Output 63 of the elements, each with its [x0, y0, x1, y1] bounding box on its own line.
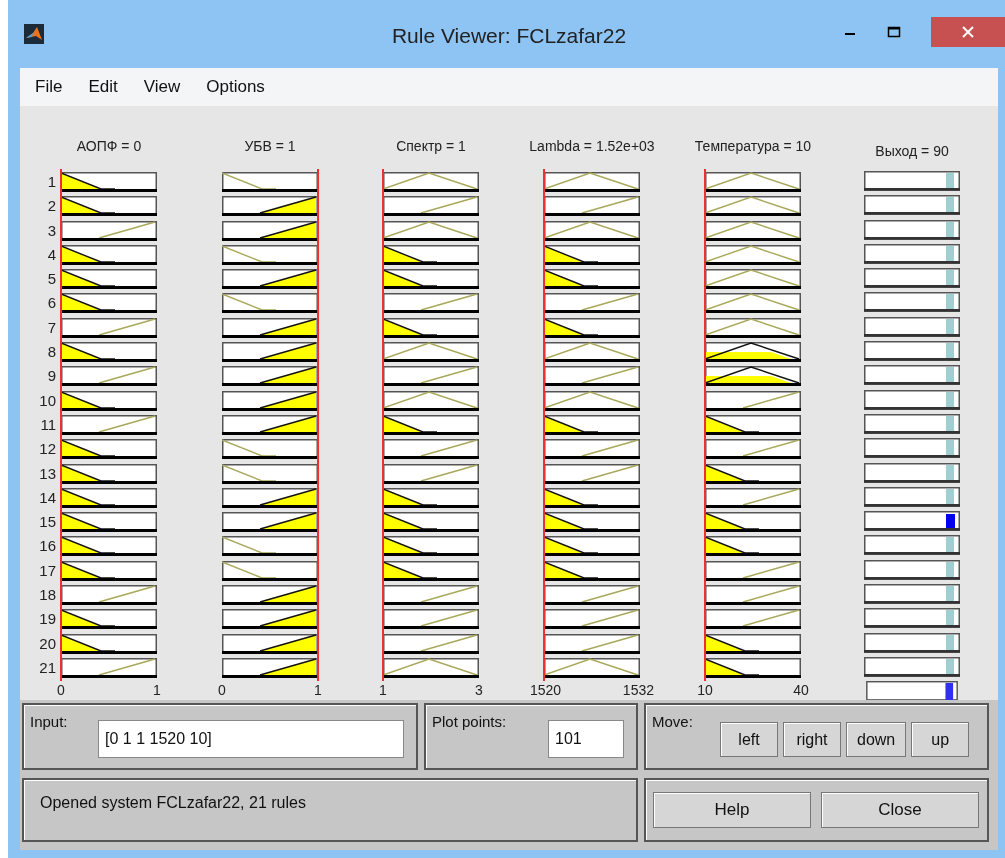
- rule-number: 11: [39, 414, 57, 435]
- axis-tick: 3: [474, 681, 484, 698]
- axis-tick: 40: [792, 681, 810, 698]
- rule-number: 16: [38, 536, 57, 557]
- rule-number: 6: [46, 293, 57, 314]
- rule-number: 14: [38, 487, 57, 508]
- input-field[interactable]: [0 1 1 1520 10]: [98, 720, 404, 758]
- variable-header: УБВ = 1: [244, 138, 296, 154]
- rule-number: 8: [46, 342, 57, 363]
- menu-item[interactable]: File: [22, 77, 76, 97]
- rule-number: 1: [46, 172, 57, 192]
- plot-points-label: Plot points:: [432, 713, 507, 730]
- axis-tick: 1532: [622, 681, 654, 698]
- value-line[interactable]: [543, 169, 548, 681]
- rule-number: 2: [46, 196, 57, 217]
- move-label: Move:: [652, 713, 693, 730]
- output-header: Выход = 90: [875, 143, 949, 159]
- axis-tick: 1520: [530, 681, 562, 698]
- rule-number: 20: [38, 633, 57, 654]
- rule-number: 3: [46, 220, 57, 241]
- value-line[interactable]: [314, 169, 319, 681]
- menu-item[interactable]: Options: [193, 77, 278, 97]
- move-button[interactable]: up: [911, 722, 970, 757]
- value-line[interactable]: [382, 169, 387, 681]
- dialog-button[interactable]: Help: [653, 792, 811, 828]
- axis-tick: 10: [696, 681, 714, 698]
- move-button[interactable]: left: [720, 722, 778, 757]
- rule-number: 15: [38, 512, 57, 533]
- axis-tick: 1: [313, 681, 323, 698]
- rule-number: 10: [38, 390, 57, 411]
- axis-tick: 0: [56, 681, 66, 698]
- rule-number: 7: [46, 317, 57, 338]
- app-icon: [24, 24, 44, 44]
- variable-header: Спектр = 1: [396, 138, 466, 154]
- menu-item[interactable]: Edit: [75, 77, 131, 97]
- variable-header: АОПФ = 0: [76, 138, 142, 154]
- window-title: Rule Viewer: FCLzafar22: [391, 24, 627, 48]
- axis-tick: 1: [378, 681, 388, 698]
- variable-header: Температура = 10: [694, 138, 812, 154]
- maximize-icon[interactable]: [887, 25, 901, 39]
- rule-number: 21: [38, 657, 57, 678]
- rule-number: 18: [38, 585, 57, 606]
- rule-number: 9: [46, 366, 57, 387]
- axis-tick: 0: [217, 681, 227, 698]
- rule-number: 5: [46, 269, 57, 290]
- value-line[interactable]: [704, 169, 709, 681]
- input-label: Input:: [30, 713, 68, 730]
- menu-item[interactable]: View: [130, 77, 194, 97]
- rule-number: 17: [38, 560, 57, 581]
- close-icon: [962, 26, 974, 38]
- plot-points-field[interactable]: 101: [548, 720, 624, 758]
- variable-header: Lambda = 1.52e+03: [529, 138, 655, 154]
- dialog-button[interactable]: Close: [821, 792, 979, 828]
- status-text: Opened system FCLzafar22, 21 rules: [40, 794, 306, 812]
- close-button[interactable]: [931, 17, 1005, 47]
- axis-tick: 1: [152, 681, 162, 698]
- rule-number: 4: [46, 244, 57, 265]
- rule-number: 19: [38, 609, 57, 630]
- value-line[interactable]: [60, 169, 65, 681]
- rule-number: 12: [38, 439, 57, 460]
- rule-number: 13: [38, 463, 57, 484]
- move-button[interactable]: right: [783, 722, 841, 757]
- move-button[interactable]: down: [846, 722, 907, 757]
